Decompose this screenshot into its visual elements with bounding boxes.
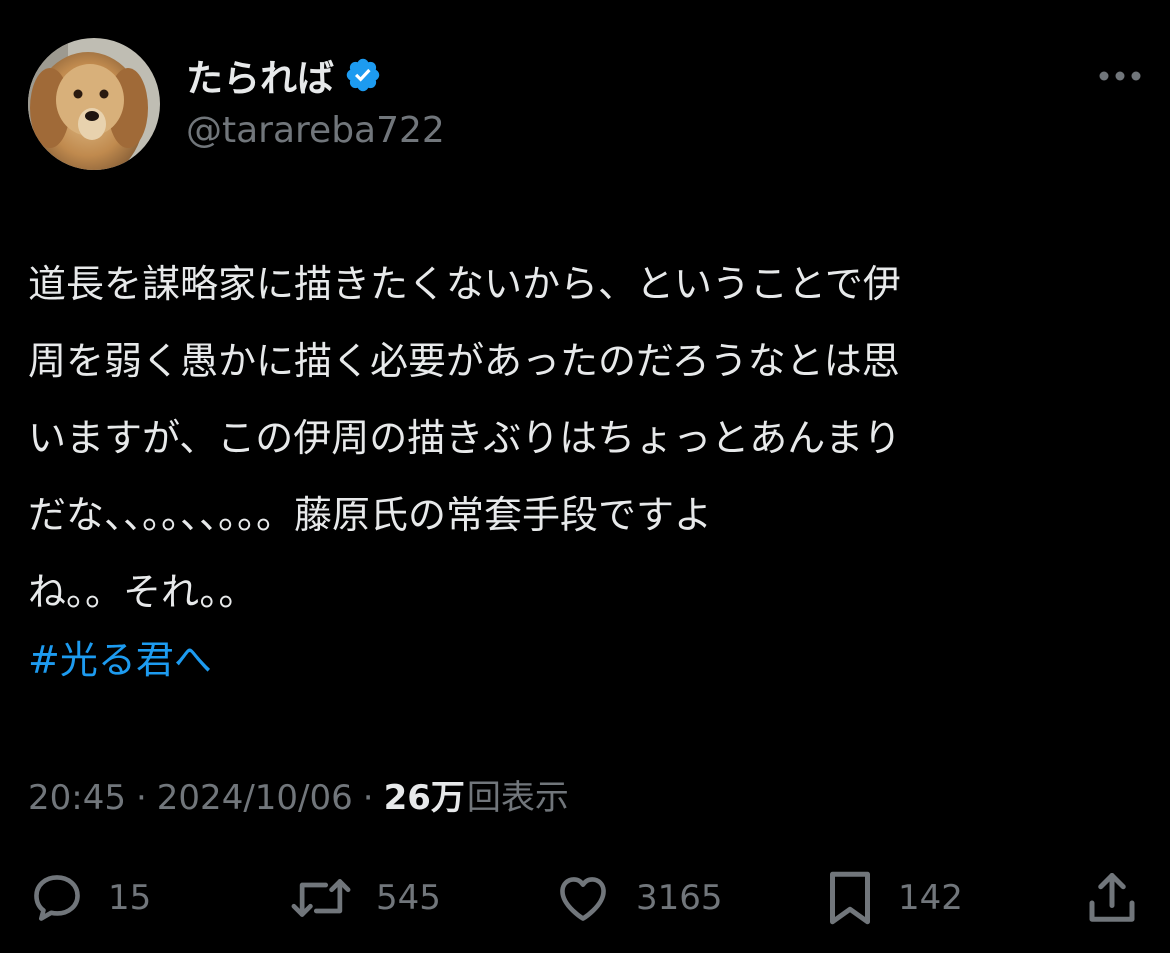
reply-button[interactable]: 15	[28, 860, 151, 936]
more-options-button[interactable]	[1090, 56, 1150, 96]
views-count: 26万	[383, 778, 465, 818]
retweet-count: 545	[376, 878, 441, 918]
share-button[interactable]	[1082, 860, 1142, 936]
share-icon	[1089, 873, 1135, 922]
bookmark-button[interactable]: 142	[824, 860, 963, 936]
more-dots-icon	[1099, 71, 1141, 81]
bookmark-icon	[830, 871, 870, 925]
tweet-line: 道長を謀略家に描きたくないから、ということで伊	[28, 262, 901, 306]
reply-count: 15	[108, 878, 152, 918]
meta-separator: ·	[135, 778, 147, 818]
meta-separator: ·	[362, 778, 374, 818]
tweet-line: いますが、この伊周の描きぶりはちょっとあんまり	[28, 416, 902, 460]
tweet-line: ね。。それ。。	[28, 570, 257, 614]
action-bar: 15 545 3165 142	[0, 860, 1170, 936]
reply-icon	[34, 875, 80, 921]
author-handle[interactable]: @tarareba722	[186, 110, 445, 151]
retweet-button[interactable]: 545	[288, 860, 441, 936]
bookmark-count: 142	[898, 878, 963, 918]
hashtag-link[interactable]: #光る君へ	[28, 622, 212, 699]
tweet-text: 道長を謀略家に描きたくないから、ということで伊 周を弱く愚かに描く必要があったの…	[28, 246, 1148, 631]
author-name-row[interactable]: たられば	[186, 52, 382, 100]
tweet-line: 周を弱く愚かに描く必要があったのだろうなとは思	[28, 339, 900, 383]
verified-badge-icon	[346, 58, 380, 92]
retweet-icon	[291, 879, 351, 917]
tweet-meta: 20:45 · 2024/10/06 · 26万 回表示	[28, 770, 569, 819]
like-button[interactable]: 3165	[552, 860, 723, 936]
avatar[interactable]	[28, 38, 160, 170]
display-name[interactable]: たられば	[186, 48, 334, 102]
heart-icon	[560, 877, 606, 921]
tweet-date[interactable]: 2024/10/06	[157, 778, 353, 818]
tweet-time[interactable]: 20:45	[28, 778, 126, 818]
tweet-line: だな、、。。、、。。。藤原氏の常套手段ですよ	[28, 493, 713, 537]
views-label: 回表示	[466, 778, 569, 818]
like-count: 3165	[636, 878, 723, 918]
dog-avatar-icon	[28, 38, 160, 170]
